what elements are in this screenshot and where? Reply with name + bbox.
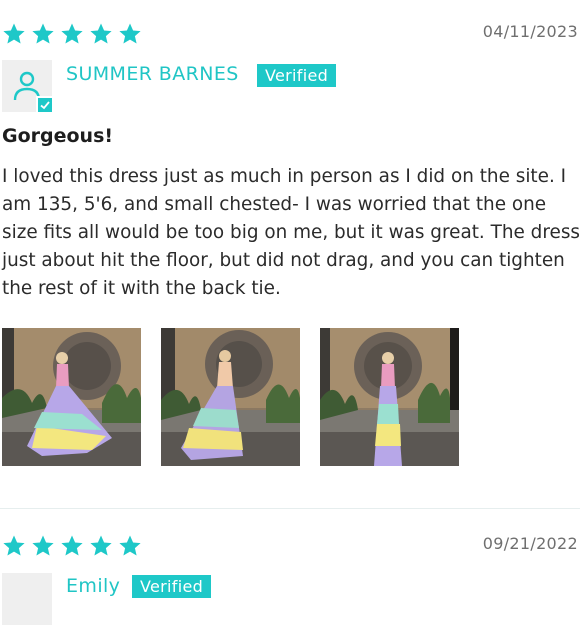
checkmark-icon — [40, 101, 50, 110]
review-photo[interactable] — [320, 328, 459, 466]
verified-badge: Verified — [132, 575, 212, 598]
star-icon — [61, 23, 83, 44]
star-icon — [119, 535, 141, 556]
reviewer-name: Emily — [66, 575, 121, 597]
star-icon — [3, 535, 25, 556]
review-date: 04/11/2023 — [482, 22, 578, 41]
verified-badge: Verified — [257, 64, 337, 87]
review-date: 09/21/2022 — [482, 534, 578, 553]
review-title: Gorgeous! — [2, 125, 114, 147]
review-photos — [2, 328, 459, 466]
avatar — [2, 60, 54, 114]
star-icon — [90, 23, 112, 44]
review-body: I loved this dress just as much in perso… — [2, 166, 580, 299]
star-icon — [90, 535, 112, 556]
reviewer-name: SUMMER BARNES — [66, 63, 239, 85]
review-card: 09/21/2022 Emily Verified — [0, 508, 580, 625]
star-icon — [119, 23, 141, 44]
star-icon — [3, 23, 25, 44]
star-icon — [61, 535, 83, 556]
star-rating — [2, 22, 142, 46]
star-icon — [32, 535, 54, 556]
star-icon — [32, 23, 54, 44]
review-card: 04/11/2023 SUMMER BARNES Verified Gorgeo… — [0, 0, 580, 508]
verified-check — [36, 96, 54, 114]
star-rating — [2, 534, 142, 558]
avatar — [2, 573, 52, 625]
review-photo[interactable] — [161, 328, 300, 466]
review-photo[interactable] — [2, 328, 141, 466]
